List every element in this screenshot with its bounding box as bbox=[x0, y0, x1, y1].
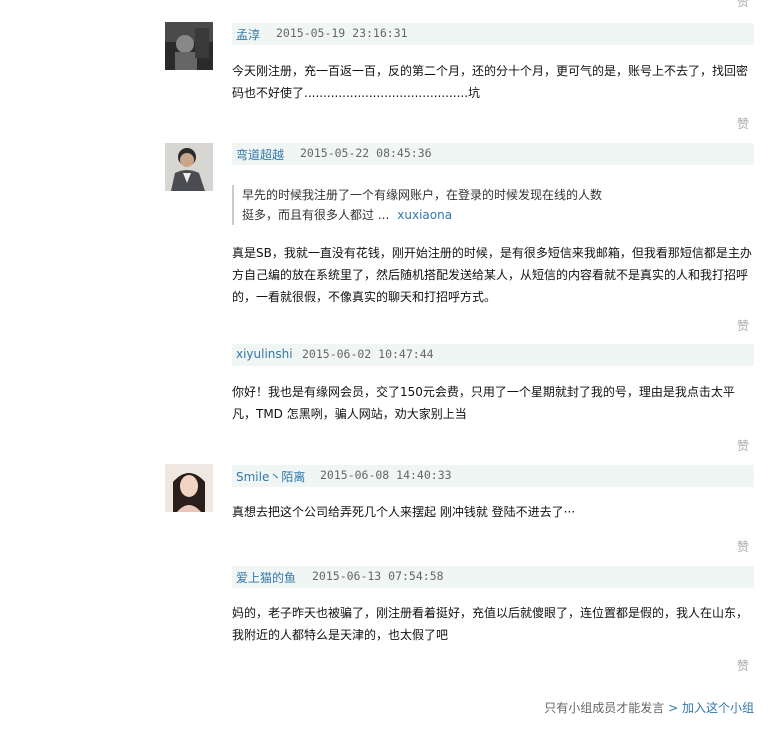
comment-content: 真是SB，我就一直没有花钱，刚开始注册的时候，是有很多短信来我邮箱，但我看那短信… bbox=[232, 246, 752, 304]
like-button[interactable]: 赞 bbox=[737, 317, 749, 334]
like-button[interactable]: 赞 bbox=[737, 0, 749, 10]
avatar[interactable] bbox=[165, 22, 213, 70]
like-button[interactable]: 赞 bbox=[737, 538, 749, 555]
comment-time: 2015-06-08 14:40:33 bbox=[320, 468, 452, 482]
avatar[interactable] bbox=[165, 143, 213, 191]
comment-author-link[interactable]: 弯道超越 bbox=[236, 146, 284, 163]
members-only-note: 只有小组成员才能发言 bbox=[544, 701, 665, 715]
comment-header: Smile丶陌离 2015-06-08 14:40:33 bbox=[232, 465, 754, 487]
comment-author-link[interactable]: 孟淳 bbox=[236, 26, 260, 43]
user-photo-icon bbox=[165, 22, 213, 70]
like-button[interactable]: 赞 bbox=[737, 657, 749, 674]
join-group-link[interactable]: 加入这个小组 bbox=[682, 701, 754, 715]
comment-author-link[interactable]: xiyulinshi bbox=[236, 347, 293, 361]
comment-header: 弯道超越 2015-05-22 08:45:36 bbox=[232, 143, 754, 165]
quoted-reply: 早先的时候我注册了一个有缘网账户，在登录的时候发现在线的人数 挺多，而且有很多人… bbox=[232, 185, 742, 225]
quote-author-link[interactable]: xuxiaona bbox=[397, 208, 452, 222]
user-photo-icon bbox=[165, 143, 213, 191]
avatar[interactable] bbox=[165, 464, 213, 512]
quote-text: 早先的时候我注册了一个有缘网账户，在登录的时候发现在线的人数 bbox=[242, 188, 603, 202]
comment-content: 你好！我也是有缘网会员，交了150元会费，只用了一个星期就封了我的号，理由是我点… bbox=[232, 385, 735, 421]
comment-content: 真想去把这个公司给弄死几个人来摆起 刚冲钱就 登陆不进去了··· bbox=[232, 505, 576, 519]
like-button[interactable]: 赞 bbox=[737, 437, 749, 454]
comment-header: 孟淳 2015-05-19 23:16:31 bbox=[232, 23, 754, 45]
comment-content: 今天刚注册，充一百返一百，反的第二个月，还的分十个月，更可气的是，账号上不去了，… bbox=[232, 64, 749, 100]
comment-author-link[interactable]: 爱上猫的鱼 bbox=[236, 569, 296, 586]
comment-time: 2015-05-22 08:45:36 bbox=[300, 146, 432, 160]
quote-text-cont: 挺多，而且有很多人都过 ... bbox=[242, 208, 390, 222]
join-group-bar: 只有小组成员才能发言 > 加入这个小组 bbox=[544, 699, 754, 716]
comment-time: 2015-06-02 10:47:44 bbox=[302, 347, 434, 361]
comment-header: 爱上猫的鱼 2015-06-13 07:54:58 bbox=[232, 566, 754, 588]
comment-header: xiyulinshi 2015-06-02 10:47:44 bbox=[232, 344, 754, 366]
user-photo-icon bbox=[165, 464, 213, 512]
comment-time: 2015-06-13 07:54:58 bbox=[312, 569, 444, 583]
arrow-icon: > bbox=[668, 701, 679, 715]
comment-time: 2015-05-19 23:16:31 bbox=[276, 26, 408, 40]
quote-text: 挺多，而且有很多人都过 ... xuxiaona bbox=[242, 205, 742, 225]
comment-content: 妈的，老子昨天也被骗了，刚注册看着挺好，充值以后就傻眼了，连位置都是假的，我人在… bbox=[232, 606, 749, 642]
like-button[interactable]: 赞 bbox=[737, 115, 749, 132]
comment-author-link[interactable]: Smile丶陌离 bbox=[236, 468, 305, 485]
